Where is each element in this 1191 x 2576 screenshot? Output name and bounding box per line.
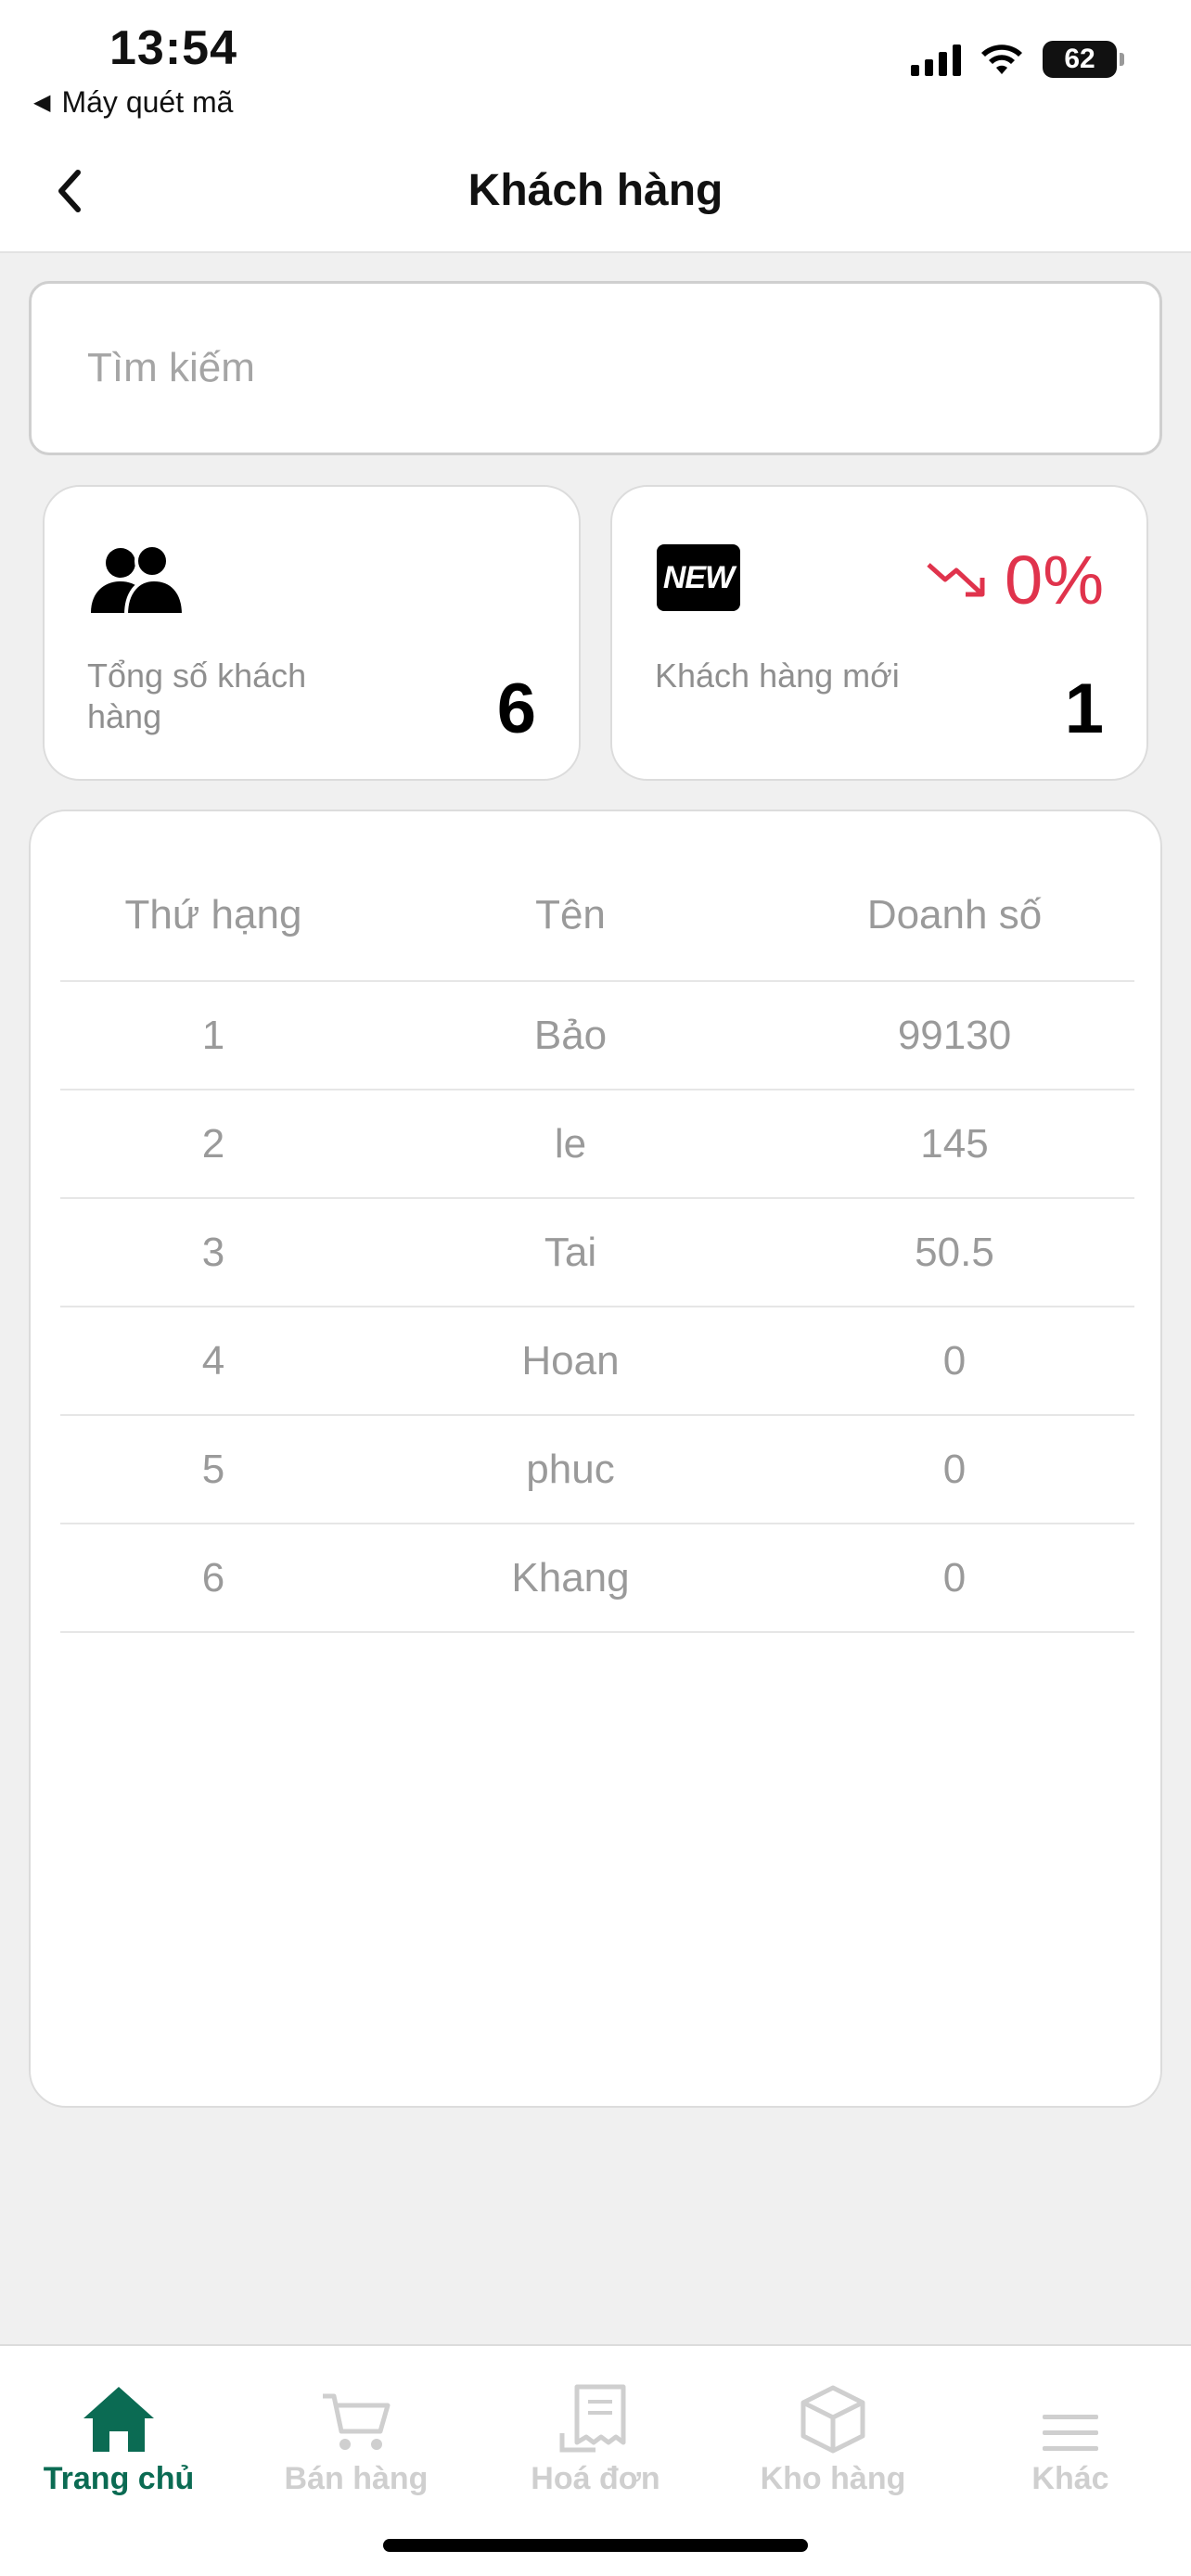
table-row[interactable]: 6 Khang 0 (60, 1524, 1134, 1633)
new-badge-icon: NEW (657, 544, 740, 611)
top-bar: 13:54 ◀ Máy quét mã 62 Khách hàng (0, 0, 1191, 253)
cellular-signal-icon (911, 43, 961, 76)
cell-rank: 5 (201, 1446, 225, 1492)
nav-label-sales: Bán hàng (284, 2461, 429, 2496)
home-icon (83, 2387, 154, 2452)
search-box[interactable] (29, 281, 1162, 455)
nav-item-invoices[interactable]: Hoá đơn (475, 2374, 716, 2497)
cell-rank: 1 (201, 1012, 225, 1058)
battery-indicator: 62 (1043, 41, 1124, 78)
new-customers-value: 1 (1064, 670, 1104, 748)
nav-item-sales[interactable]: Bán hàng (236, 2374, 477, 2497)
home-indicator (383, 2539, 808, 2552)
trend-value: 0% (1005, 542, 1104, 618)
nav-label-invoices: Hoá đơn (531, 2461, 660, 2496)
table-row[interactable]: 5 phuc 0 (60, 1416, 1134, 1524)
new-customers-label: Khách hàng mới (655, 657, 900, 695)
cell-sales: 0 (942, 1554, 967, 1600)
total-customers-card: Tổng số khách hàng 6 (43, 485, 581, 781)
header-sales: Doanh số (866, 892, 1043, 937)
nav-label-home: Trang chủ (43, 2461, 195, 2496)
cell-name: Hoan (521, 1337, 620, 1384)
trend-indicator: 0% (925, 541, 1104, 619)
cell-rank: 6 (201, 1554, 225, 1600)
menu-icon (1043, 2415, 1098, 2451)
cart-icon (323, 2393, 391, 2450)
back-app-label: Máy quét mã (61, 85, 234, 119)
cell-rank: 2 (201, 1120, 225, 1167)
table-header: Thứ hạng Tên Doanh số (60, 843, 1134, 982)
cell-sales: 99130 (897, 1012, 1012, 1058)
total-customers-value: 6 (496, 670, 536, 748)
back-triangle-icon: ◀ (33, 90, 51, 115)
cell-rank: 3 (201, 1229, 225, 1275)
header-rank: Thứ hạng (124, 892, 302, 937)
total-customers-label: Tổng số khách hàng (87, 657, 307, 735)
users-icon (91, 544, 186, 617)
status-icons: 62 (911, 41, 1124, 78)
page-title: Khách hàng (467, 166, 724, 215)
cell-name: phuc (526, 1446, 615, 1492)
cell-sales: 145 (920, 1120, 989, 1167)
cell-name: Tai (544, 1229, 597, 1275)
cell-sales: 0 (942, 1446, 967, 1492)
header-name: Tên (535, 892, 606, 937)
customer-ranking-table: Thứ hạng Tên Doanh số 1 Bảo 99130 2 le 1… (29, 810, 1162, 2108)
box-icon (800, 2385, 865, 2454)
cell-name: Khang (511, 1554, 630, 1600)
new-customers-card: NEW 0% Khách hàng mới 1 (610, 485, 1148, 781)
cell-sales: 0 (942, 1337, 967, 1384)
nav-item-home[interactable]: Trang chủ (0, 2374, 239, 2497)
cell-rank: 4 (201, 1337, 225, 1384)
trend-down-icon (927, 562, 985, 596)
nav-item-inventory[interactable]: Kho hàng (712, 2374, 954, 2497)
table-row[interactable]: 2 le 145 (60, 1090, 1134, 1199)
cell-sales: 50.5 (915, 1229, 994, 1275)
wifi-icon (981, 45, 1022, 74)
table-row[interactable]: 3 Tai 50.5 (60, 1199, 1134, 1307)
cell-name: Bảo (533, 1012, 608, 1058)
nav-label-inventory: Kho hàng (760, 2461, 906, 2496)
table-row[interactable]: 1 Bảo 99130 (60, 982, 1134, 1090)
search-input[interactable] (87, 345, 1159, 391)
back-to-app-link[interactable]: ◀ Máy quét mã (33, 85, 233, 120)
nav-item-more[interactable]: Khác (950, 2374, 1191, 2497)
receipt-icon (559, 2384, 626, 2453)
nav-label-more: Khác (1031, 2461, 1109, 2496)
cell-name: le (554, 1120, 587, 1167)
table-row[interactable]: 4 Hoan 0 (60, 1307, 1134, 1416)
status-time: 13:54 (109, 21, 237, 75)
